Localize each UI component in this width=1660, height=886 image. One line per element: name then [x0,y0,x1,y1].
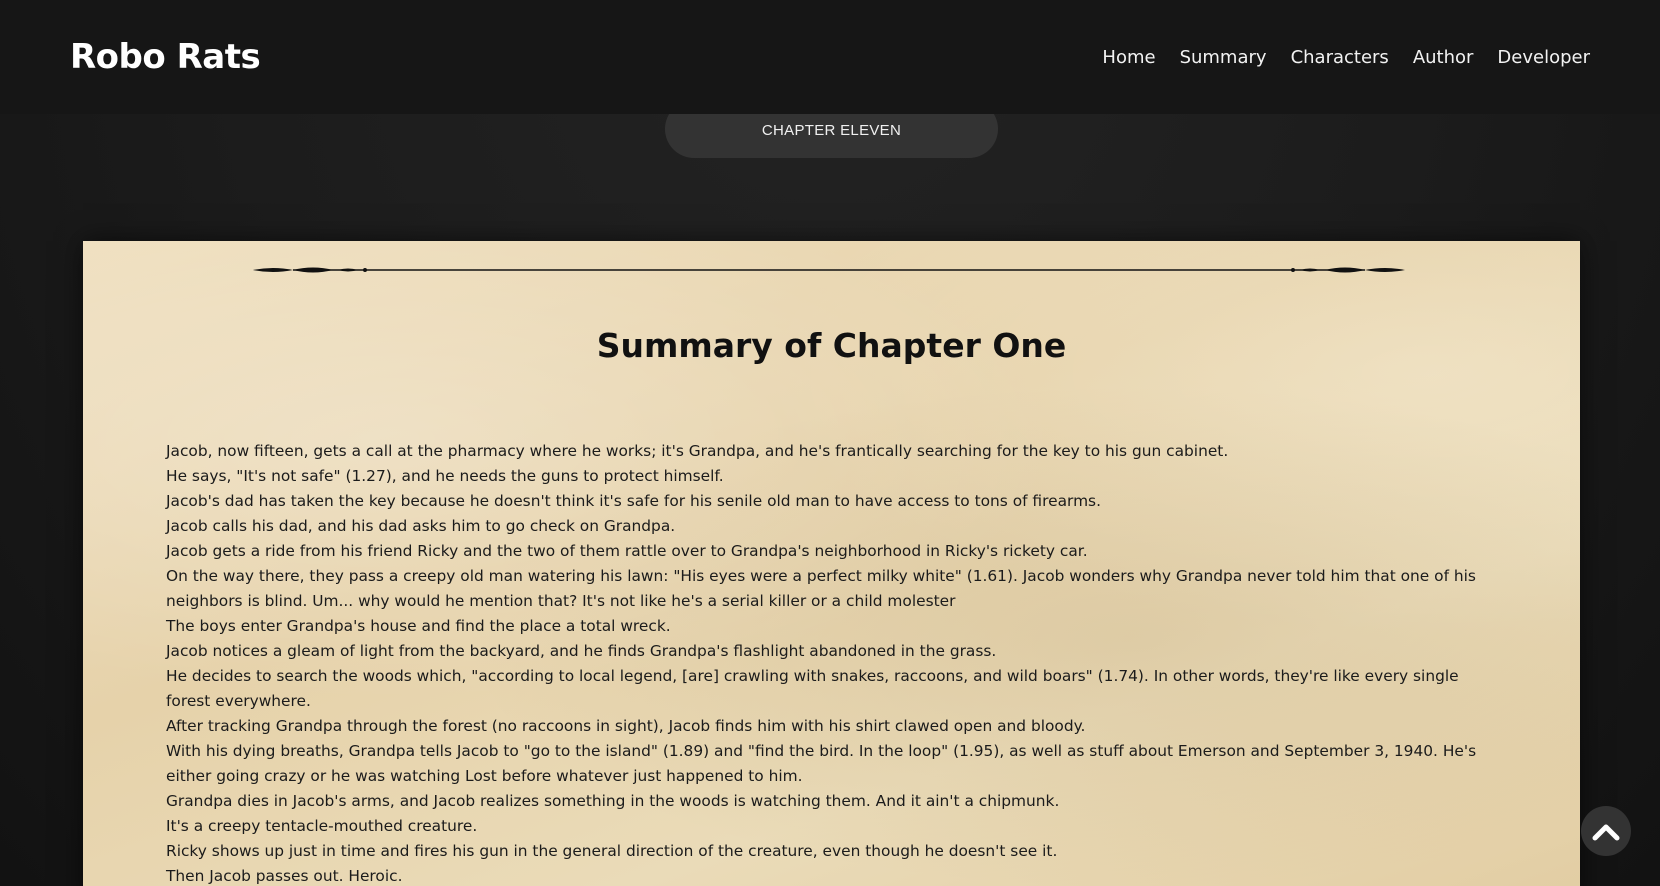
summary-line: Ricky shows up just in time and fires hi… [166,842,1058,860]
summary-line: Jacob's dad has taken the key because he… [166,492,1101,510]
summary-line: Grandpa dies in Jacob's arms, and Jacob … [166,792,1060,810]
navbar: Robo Rats Home Summary Characters Author… [0,0,1660,114]
nav-home[interactable]: Home [1102,47,1155,68]
nav-characters[interactable]: Characters [1291,47,1389,68]
brand-logo[interactable]: Robo Rats [70,37,261,77]
summary-text: Jacob, now fifteen, gets a call at the p… [166,439,1486,886]
nav-developer[interactable]: Developer [1497,47,1590,68]
summary-line: The boys enter Grandpa's house and find … [166,617,671,635]
summary-line: He says, "It's not safe" (1.27), and he … [166,467,724,485]
divider-ornament [253,267,1405,273]
summary-line: Then Jacob passes out. Heroic. [166,867,403,885]
summary-paper: Summary of Chapter One Jacob, now fiftee… [83,241,1580,886]
scroll-to-top-button[interactable] [1581,806,1631,856]
summary-line: Jacob notices a gleam of light from the … [166,642,997,660]
summary-line: He decides to search the woods which, "a… [166,667,1459,710]
summary-line: On the way there, they pass a creepy old… [166,567,1476,610]
main-nav: Home Summary Characters Author Developer [1102,47,1590,68]
summary-line: It's a creepy tentacle-mouthed creature. [166,817,478,835]
summary-line: Jacob, now fifteen, gets a call at the p… [166,442,1229,460]
page-title: Summary of Chapter One [596,326,1067,365]
nav-summary[interactable]: Summary [1180,47,1267,68]
summary-line: With his dying breaths, Grandpa tells Ja… [166,742,1477,785]
chevron-up-icon [1592,824,1620,841]
summary-line: After tracking Grandpa through the fores… [166,717,1086,735]
summary-line: Jacob gets a ride from his friend Ricky … [166,542,1088,560]
nav-author[interactable]: Author [1413,47,1474,68]
summary-line: Jacob calls his dad, and his dad asks hi… [166,517,676,535]
